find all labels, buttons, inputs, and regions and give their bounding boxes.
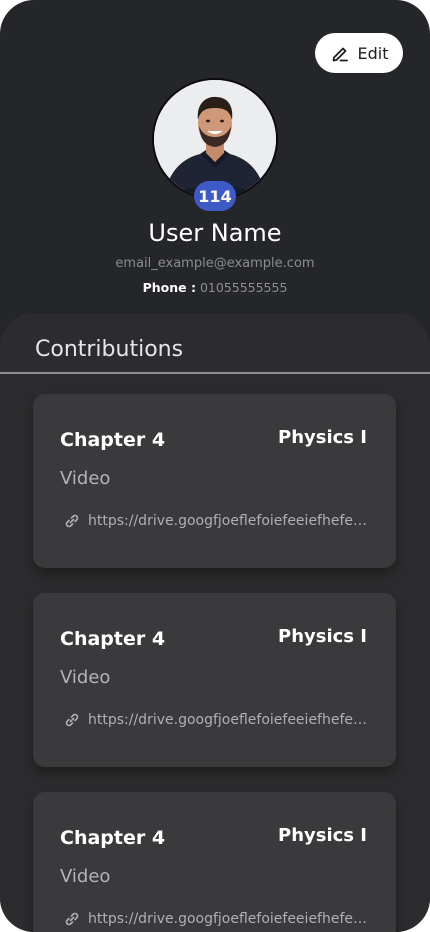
phone-label: Phone : <box>142 280 196 295</box>
edit-label: Edit <box>357 43 389 63</box>
card-chapter: Chapter 4 <box>60 827 166 849</box>
pencil-icon <box>330 43 350 63</box>
link-text: https://drive.googfjoeflefoiefeeiefhefeo… <box>88 513 373 529</box>
divider <box>0 372 430 374</box>
card-type: Video <box>60 866 111 887</box>
card-type: Video <box>60 667 111 688</box>
user-name: User Name <box>148 219 282 247</box>
link-text: https://drive.googfjoeflefoiefeeiefhefeo… <box>88 712 373 728</box>
card-chapter: Chapter 4 <box>60 628 166 650</box>
card-subject: Physics I <box>278 626 367 647</box>
link-icon <box>63 711 81 729</box>
contribution-card[interactable]: Chapter 4 Physics I Video https://drive.… <box>33 593 396 767</box>
contribution-card[interactable]: Chapter 4 Physics I Video https://drive.… <box>33 792 396 932</box>
card-type: Video <box>60 468 111 489</box>
contribution-count-badge: 114 <box>194 181 236 211</box>
contributions-title: Contributions <box>35 337 184 362</box>
phone-value: 01055555555 <box>199 280 288 295</box>
avatar-container: 114 <box>152 78 278 211</box>
card-link[interactable]: https://drive.googfjoeflefoiefeeiefhefeo… <box>63 711 373 729</box>
card-subject: Physics I <box>278 427 367 448</box>
contribution-card[interactable]: Chapter 4 Physics I Video https://drive.… <box>33 394 396 568</box>
edit-button[interactable]: Edit <box>315 33 403 73</box>
card-chapter: Chapter 4 <box>60 429 166 451</box>
profile-screen: Edit 114 User Name email_example@example… <box>0 0 430 932</box>
link-icon <box>63 512 81 530</box>
card-link[interactable]: https://drive.googfjoeflefoiefeeiefhefeo… <box>63 512 373 530</box>
card-subject: Physics I <box>278 825 367 846</box>
user-email: email_example@example.com <box>115 256 315 271</box>
link-text: https://drive.googfjoeflefoiefeeiefhefeo… <box>88 911 373 927</box>
card-link[interactable]: https://drive.googfjoeflefoiefeeiefhefeo… <box>63 910 373 928</box>
link-icon <box>63 910 81 928</box>
user-phone: Phone : 01055555555 <box>0 280 430 295</box>
